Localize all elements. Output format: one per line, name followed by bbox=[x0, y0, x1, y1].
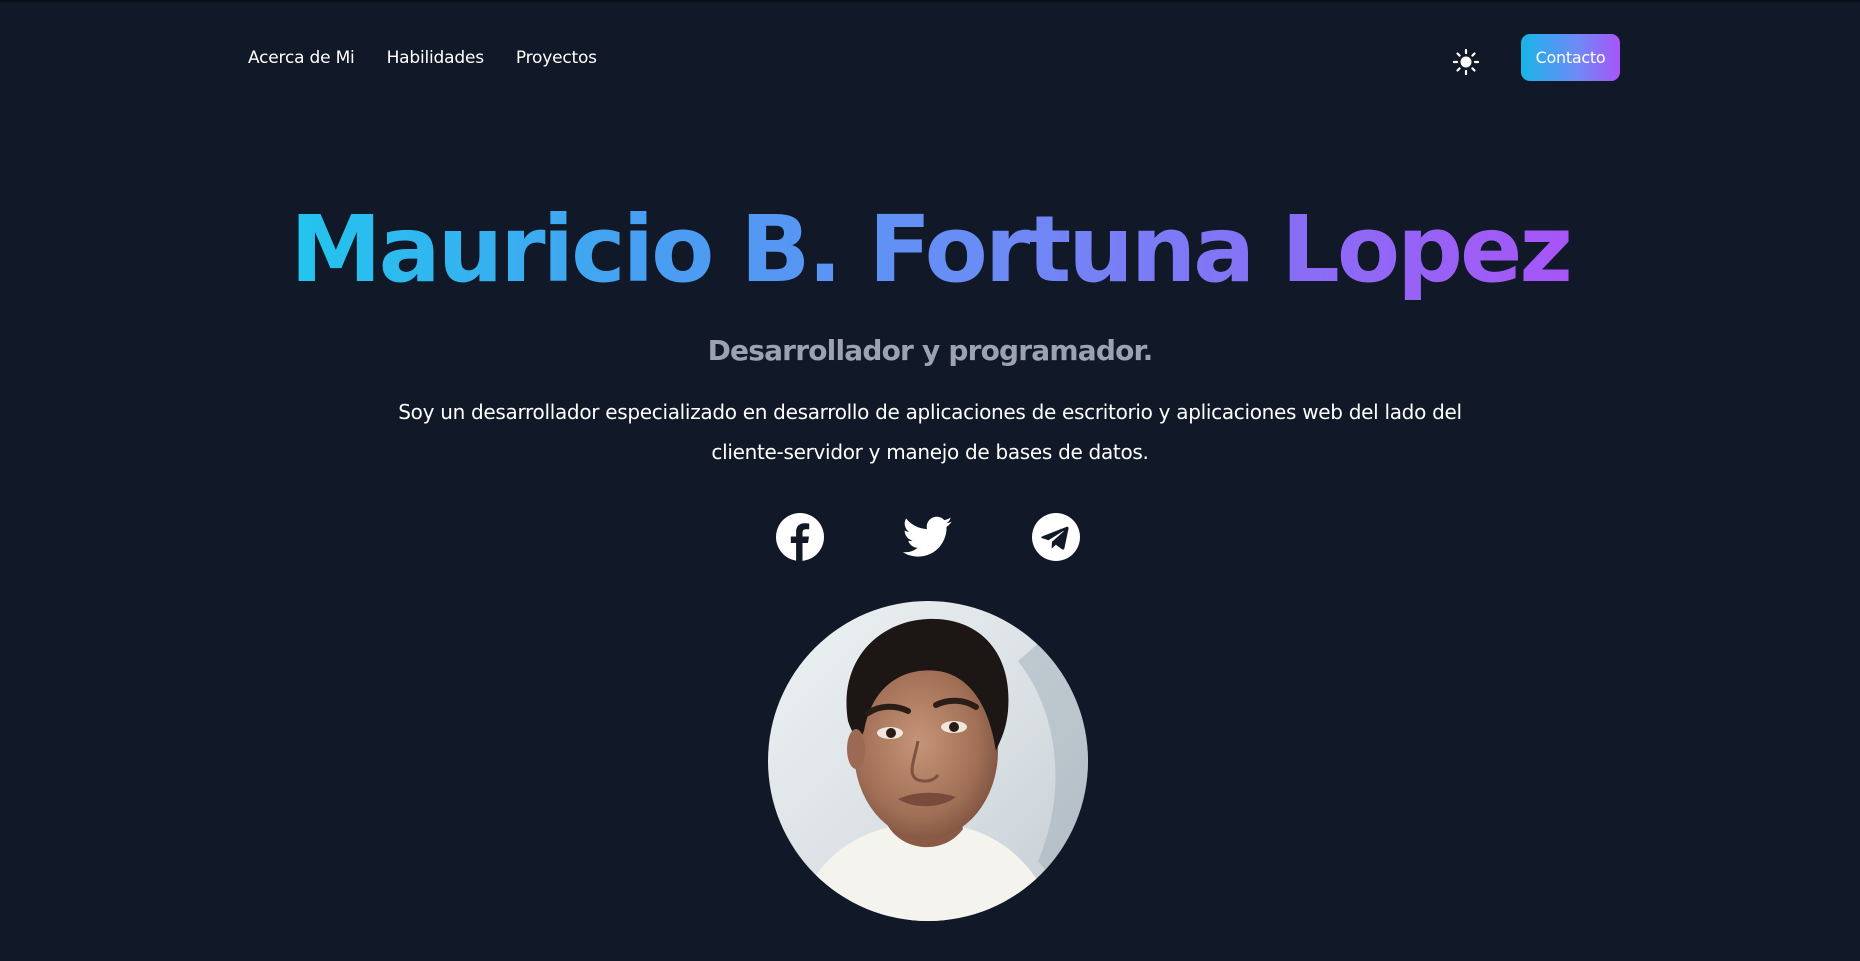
profile-photo bbox=[768, 601, 1088, 921]
theme-toggle-button[interactable] bbox=[1452, 48, 1480, 76]
twitter-link[interactable] bbox=[902, 512, 953, 562]
telegram-link[interactable] bbox=[1031, 512, 1081, 562]
top-border bbox=[0, 0, 1860, 2]
nav-link-skills[interactable]: Habilidades bbox=[387, 48, 484, 68]
nav-link-about[interactable]: Acerca de Mi bbox=[248, 48, 355, 68]
facebook-link[interactable] bbox=[775, 512, 825, 562]
profile-photo-image bbox=[768, 601, 1088, 921]
sun-icon bbox=[1452, 48, 1480, 76]
facebook-icon bbox=[776, 513, 824, 561]
hero-subtitle: Desarrollador y programador. bbox=[707, 334, 1154, 367]
main-nav: Acerca de Mi Habilidades Proyectos bbox=[248, 48, 597, 68]
contact-button[interactable]: Contacto bbox=[1521, 34, 1620, 81]
telegram-icon bbox=[1032, 513, 1080, 561]
hero-name: Mauricio B. Fortuna Lopez bbox=[0, 190, 1860, 310]
twitter-icon bbox=[902, 516, 953, 557]
hero-name-text: Mauricio B. Fortuna Lopez bbox=[290, 196, 1573, 303]
hero-description: Soy un desarrollador especializado en de… bbox=[398, 400, 1462, 464]
nav-link-projects[interactable]: Proyectos bbox=[516, 48, 597, 68]
